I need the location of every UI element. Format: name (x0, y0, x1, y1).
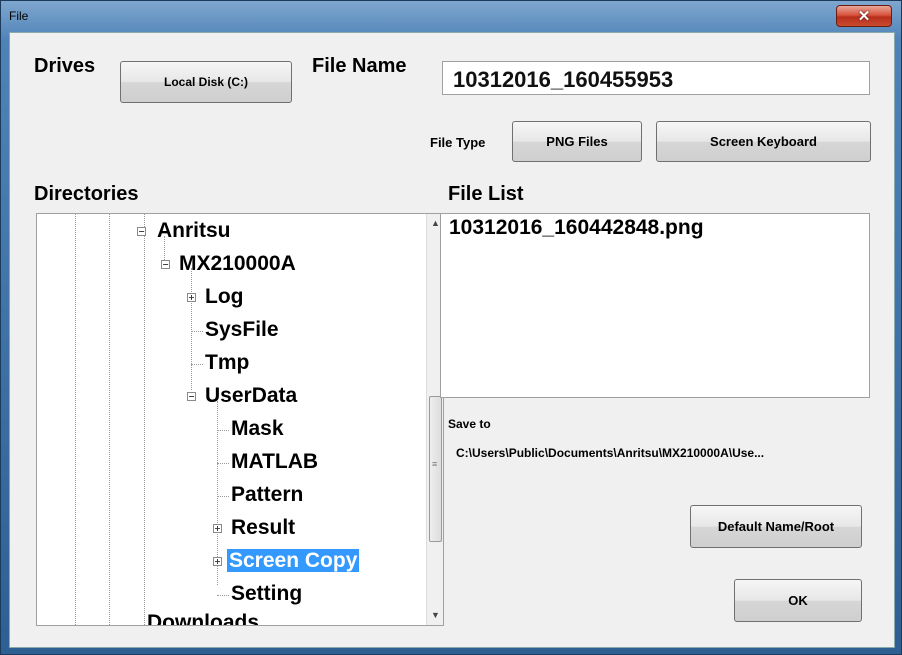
tree-node-screen-copy[interactable]: + Screen Copy (213, 548, 360, 574)
tree-branch-line (217, 463, 229, 464)
file-name-label: File Name (312, 55, 407, 77)
tree-node-userdata[interactable]: − UserData (187, 383, 297, 409)
close-button[interactable]: ✕ (836, 5, 892, 27)
tree-node-pattern[interactable]: Pattern (231, 482, 303, 508)
scroll-up-icon[interactable]: ▲ (431, 218, 440, 228)
tree-node-mask[interactable]: Mask (231, 416, 284, 442)
title-bar[interactable]: File ✕ (1, 1, 901, 31)
tree-node-mx210000a[interactable]: − MX210000A (161, 251, 296, 277)
tree-guide-line (144, 214, 145, 625)
tree-node-label-selected: Screen Copy (227, 549, 360, 572)
file-type-button[interactable]: PNG Files (512, 121, 642, 162)
tree-node-log[interactable]: + Log (187, 284, 243, 310)
tree-branch-line (217, 430, 229, 431)
file-list-label: File List (448, 183, 524, 205)
tree-node-label: Anritsu (157, 219, 231, 242)
tree-node-matlab[interactable]: MATLAB (231, 449, 318, 475)
tree-node-label: Result (231, 516, 296, 539)
file-list-item[interactable]: 10312016_160442848.png (449, 216, 704, 240)
window-title: File (9, 9, 29, 23)
dialog-client-area: Drives Local Disk (C:) File Name 1031201… (9, 32, 895, 648)
tree-guide-line (75, 214, 76, 625)
save-to-path: C:\Users\Public\Documents\Anritsu\MX2100… (456, 446, 765, 460)
tree-node-setting[interactable]: Setting (231, 581, 302, 607)
scroll-down-icon[interactable]: ▼ (431, 610, 440, 620)
screen-keyboard-button[interactable]: Screen Keyboard (656, 121, 871, 162)
drives-label: Drives (34, 55, 96, 77)
directory-tree[interactable]: − Anritsu − MX210000A + Log SysFile Tmp … (36, 213, 444, 626)
tree-node-tmp[interactable]: Tmp (205, 350, 249, 376)
file-name-input[interactable]: 10312016_160455953 (442, 61, 870, 95)
expand-icon[interactable]: + (213, 524, 222, 533)
file-dialog-window: File ✕ Drives Local Disk (C:) File Name … (0, 0, 902, 655)
file-list[interactable]: 10312016_160442848.png (440, 213, 870, 398)
file-type-label: File Type (430, 135, 486, 150)
close-icon: ✕ (857, 8, 871, 25)
expand-icon[interactable]: + (213, 557, 222, 566)
save-to-label: Save to (448, 417, 491, 431)
tree-guide-line (109, 214, 110, 625)
expand-icon[interactable]: + (187, 293, 196, 302)
tree-node-anritsu[interactable]: − Anritsu (137, 218, 231, 244)
scroll-grip-icon: ≡ (432, 459, 438, 469)
collapse-icon[interactable]: − (187, 392, 196, 401)
tree-node-downloads[interactable]: Downloads (147, 610, 259, 625)
ok-button[interactable]: OK (734, 579, 862, 622)
collapse-icon[interactable]: − (137, 227, 146, 236)
directories-label: Directories (34, 183, 139, 205)
default-name-root-button[interactable]: Default Name/Root (690, 505, 862, 548)
tree-node-result[interactable]: + Result (213, 515, 295, 541)
tree-branch-line (217, 595, 229, 596)
tree-node-sysfile[interactable]: SysFile (205, 317, 279, 343)
scrollbar-thumb[interactable]: ≡ (429, 396, 442, 542)
tree-branch-line (191, 364, 203, 365)
collapse-icon[interactable]: − (161, 260, 170, 269)
drive-select-button[interactable]: Local Disk (C:) (120, 61, 292, 103)
tree-node-label: MX210000A (179, 252, 296, 275)
tree-branch-line (191, 331, 203, 332)
tree-branch-line (217, 496, 229, 497)
tree-node-label: UserData (205, 384, 298, 407)
tree-node-label: Log (205, 285, 244, 308)
